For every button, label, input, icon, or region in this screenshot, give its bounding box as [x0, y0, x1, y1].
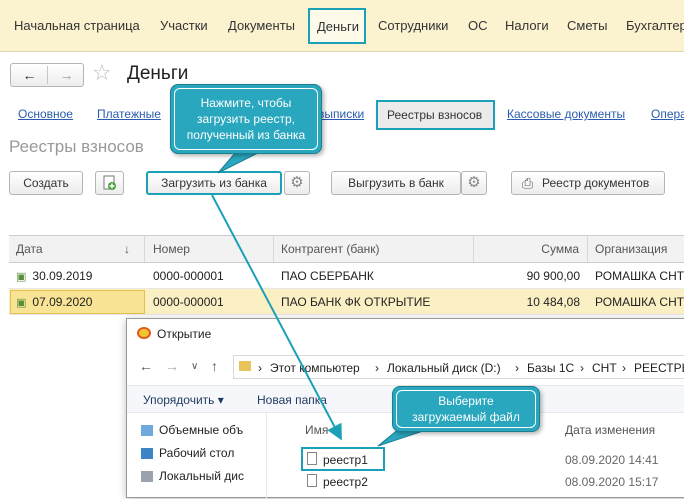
upload-from-bank-button[interactable]: Загрузить из банка	[146, 171, 282, 195]
sort-icon[interactable]: ↓	[117, 236, 145, 262]
recent-dropdown-icon[interactable]: ∨	[191, 361, 198, 372]
nav-fixed-assets[interactable]: ОС	[468, 18, 488, 33]
form-title: Реестры взносов	[9, 137, 144, 156]
create-button[interactable]: Создать	[9, 171, 83, 195]
file-hint-text: Выберите загружаемый файл	[396, 390, 536, 428]
document-registry-button[interactable]: ⎙ Реестр документов	[511, 171, 665, 195]
section-main[interactable]: Основное	[18, 107, 73, 121]
nav-money-active[interactable]: Деньги	[308, 8, 366, 44]
table-row-selected[interactable]: ▣ 07.09.2020 0000-000001 ПАО БАНК ФК ОТКР…	[9, 289, 684, 315]
row-number: 0000-000001	[153, 295, 224, 309]
nav-local-disk[interactable]: Локальный дис	[159, 469, 265, 483]
3d-objects-icon	[141, 425, 153, 436]
col-name[interactable]: Имя	[305, 423, 328, 437]
page-title: Деньги	[127, 63, 189, 84]
top-navigation: Начальная страница Участки Документы Ден…	[0, 0, 684, 52]
section-contribution-registries[interactable]: Реестры взносов	[376, 100, 495, 130]
nav-money-label: Деньги	[317, 19, 359, 34]
file-hint-callout: Выберите загружаемый файл	[392, 386, 540, 432]
up-arrow-icon[interactable]: ↑	[211, 358, 218, 374]
gear-icon[interactable]: ⚙	[461, 171, 487, 195]
col-sum[interactable]: Сумма	[474, 236, 588, 262]
section-links: Основное Платежные выписки Реестры взнос…	[0, 100, 684, 130]
section-active-label: Реестры взносов	[387, 108, 483, 122]
forward-arrow-icon[interactable]: →	[165, 358, 179, 374]
crumb-registries[interactable]: РЕЕСТРЫ	[634, 361, 684, 375]
add-document-icon	[103, 175, 116, 190]
dialog-title: Открытие	[157, 327, 212, 341]
section-operations[interactable]: Опера	[651, 107, 684, 121]
favorite-star-icon[interactable]: ☆	[92, 60, 112, 86]
navigation-pane: Объемные объ Рабочий стол Локальный дис	[127, 413, 267, 499]
row-date: ▣ 30.09.2019	[9, 263, 146, 288]
history-buttons: ← →	[10, 63, 84, 87]
row-date-value: 07.09.2020	[32, 295, 93, 309]
path-box[interactable]: › Этот компьютер › Локальный диск (D:) ›…	[233, 355, 684, 379]
folder-icon	[239, 361, 251, 371]
col-number[interactable]: Номер	[146, 236, 274, 262]
section-statements[interactable]: выписки	[318, 107, 364, 121]
nav-desktop[interactable]: Рабочий стол	[159, 446, 265, 460]
row-sum: 10 484,08	[526, 295, 580, 309]
section-payments[interactable]: Платежные	[97, 107, 161, 121]
gear-icon[interactable]: ⚙	[284, 171, 310, 195]
file-name[interactable]: реестр1	[323, 453, 368, 467]
document-icon: ▣	[16, 296, 27, 309]
desktop-icon	[141, 448, 153, 459]
nav-sections[interactable]: Участки	[160, 18, 208, 33]
nav-documents[interactable]: Документы	[228, 18, 295, 33]
file-date: 08.09.2020 14:41	[565, 453, 659, 467]
1c-logo-icon	[137, 327, 151, 339]
nav-estimates[interactable]: Сметы	[567, 18, 607, 33]
table-row[interactable]: ▣ 30.09.2019 0000-000001 ПАО СБЕРБАНК 90 …	[9, 263, 684, 289]
file-name[interactable]: реестр2	[323, 475, 368, 489]
address-bar: ← → ∨ ↑ › Этот компьютер › Локальный дис…	[127, 353, 684, 381]
row-bank: ПАО БАНК ФК ОТКРЫТИЕ	[281, 295, 431, 309]
row-date: ▣ 07.09.2020	[9, 289, 146, 314]
section-cash-documents[interactable]: Кассовые документы	[507, 107, 625, 121]
row-organization: РОМАШКА СНТ	[595, 269, 684, 283]
back-button[interactable]: ←	[11, 64, 48, 86]
printer-icon: ⎙	[522, 175, 534, 191]
row-bank: ПАО СБЕРБАНК	[281, 269, 374, 283]
row-date-value: 30.09.2019	[32, 269, 93, 283]
row-sum: 90 900,00	[526, 269, 580, 283]
nav-accounting[interactable]: Бухгалтер	[626, 18, 684, 33]
nav-taxes[interactable]: Налоги	[505, 18, 549, 33]
copy-button[interactable]	[95, 171, 124, 195]
crumb-bases[interactable]: Базы 1С	[527, 361, 574, 375]
col-organization[interactable]: Организация	[588, 236, 684, 262]
organize-button[interactable]: Упорядочить ▾	[143, 393, 224, 407]
local-disk-icon	[141, 471, 153, 482]
crumb-disk[interactable]: Локальный диск (D:)	[387, 361, 501, 375]
col-date-modified[interactable]: Дата изменения	[565, 423, 655, 437]
table-header: Дата ↓ Номер Контрагент (банк) Сумма Орг…	[9, 235, 684, 263]
nav-home[interactable]: Начальная страница	[14, 18, 140, 33]
col-bank[interactable]: Контрагент (банк)	[274, 236, 474, 262]
document-icon: ▣	[16, 270, 27, 283]
nav-3d-objects[interactable]: Объемные объ	[159, 423, 265, 437]
forward-button[interactable]: →	[48, 64, 85, 86]
upload-hint-text: Нажмите, чтобы загрузить реестр, получен…	[174, 88, 318, 150]
file-icon	[307, 474, 317, 487]
dialog-titlebar: Открытие	[127, 319, 684, 349]
back-arrow-icon[interactable]: ←	[139, 358, 153, 374]
crumb-snt[interactable]: СНТ	[592, 361, 617, 375]
row-number: 0000-000001	[153, 269, 224, 283]
nav-employees[interactable]: Сотрудники	[378, 18, 448, 33]
file-date: 08.09.2020 15:17	[565, 475, 659, 489]
row-organization: РОМАШКА СНТ	[595, 295, 684, 309]
upload-hint-callout: Нажмите, чтобы загрузить реестр, получен…	[170, 84, 322, 154]
file-icon	[307, 452, 317, 465]
crumb-computer[interactable]: Этот компьютер	[270, 361, 360, 375]
new-folder-button[interactable]: Новая папка	[257, 393, 327, 407]
export-to-bank-button[interactable]: Выгрузить в банк	[331, 171, 461, 195]
callout-tail	[217, 151, 261, 174]
document-registry-label: Реестр документов	[542, 176, 650, 190]
